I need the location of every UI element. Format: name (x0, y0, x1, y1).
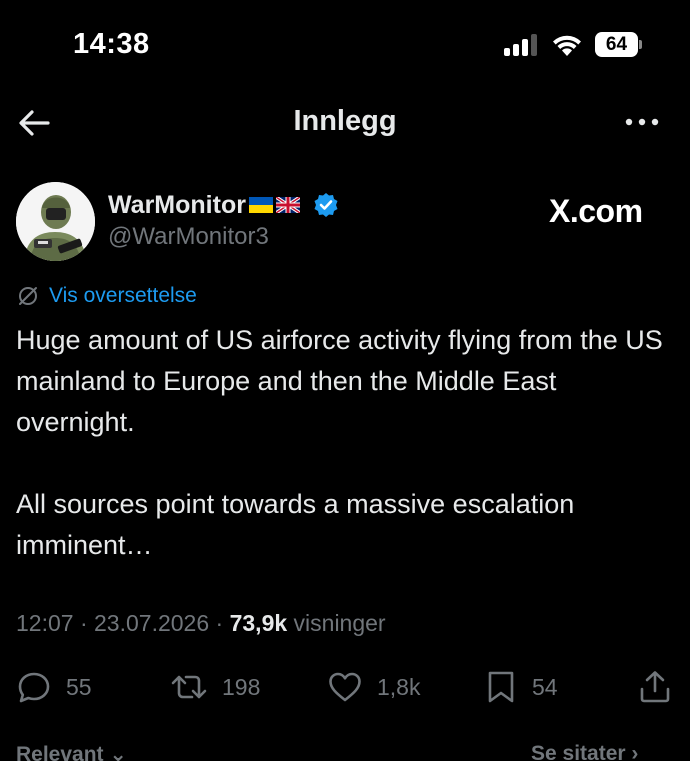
top-navigation: Innlegg (0, 95, 690, 151)
chevron-down-icon: ⌄ (109, 743, 127, 761)
avatar[interactable] (16, 182, 95, 261)
translate-button[interactable]: Vis oversettelse (17, 284, 197, 308)
reply-count: 55 (66, 673, 92, 700)
repost-button[interactable]: 198 (170, 667, 260, 707)
post-paragraph: All sources point towards a massive esca… (16, 489, 575, 560)
sort-label: Relevant (16, 743, 104, 761)
post-date: 23.07.2026 (94, 610, 210, 636)
battery-icon: 64 (595, 32, 643, 57)
reply-button[interactable]: 55 (16, 667, 92, 707)
repost-count: 198 (222, 673, 261, 700)
source-badge: X.com (549, 193, 643, 229)
views-label: visninger (293, 610, 386, 636)
heart-icon (329, 672, 361, 702)
translate-label: Vis oversettelse (49, 284, 197, 307)
bookmark-button[interactable]: 54 (484, 667, 558, 707)
like-button[interactable]: 1,8k (327, 667, 420, 707)
post-meta: 12:07 · 23.07.2026 · 73,9k visninger (16, 610, 386, 637)
uk-flag-icon (275, 197, 300, 213)
bookmark-count: 54 (532, 673, 558, 700)
verified-badge-icon (314, 193, 338, 217)
post-text: Huge amount of US airforce activity flyi… (16, 320, 666, 566)
ukraine-flag-icon (248, 197, 273, 213)
views-count[interactable]: 73,9k (230, 610, 288, 636)
action-bar: 55 198 1,8k 54 (0, 667, 690, 707)
bookmark-icon (488, 671, 514, 703)
soldier-avatar-icon (16, 182, 95, 261)
repost-icon (171, 675, 207, 699)
chevron-right-icon: › (631, 742, 639, 761)
like-count: 1,8k (377, 673, 421, 700)
meta-separator: · (215, 610, 224, 636)
meta-separator: · (79, 610, 88, 636)
more-options-button[interactable] (620, 107, 664, 137)
post-time: 12:07 (16, 610, 74, 636)
share-button[interactable] (638, 667, 672, 707)
view-quotes-button[interactable]: Se sitater › (531, 742, 638, 761)
share-icon (640, 671, 670, 703)
battery-level: 64 (595, 32, 638, 57)
author-name: WarMonitor (108, 190, 246, 219)
reply-icon (18, 672, 50, 703)
quotes-label: Se sitater (531, 742, 626, 761)
sort-replies-button[interactable]: Relevant ⌄ (16, 742, 127, 761)
cellular-signal-icon (504, 34, 540, 56)
post-paragraph: Huge amount of US airforce activity flyi… (16, 325, 663, 437)
more-horizontal-icon (625, 118, 659, 126)
author-handle[interactable]: @WarMonitor3 (108, 223, 269, 251)
replies-bar: Relevant ⌄ Se sitater › (0, 742, 690, 761)
status-bar: 14:38 64 (0, 0, 690, 90)
globe-translate-icon (19, 287, 37, 305)
author-name-row[interactable]: WarMonitor (108, 190, 339, 220)
wifi-icon (553, 35, 581, 56)
page-title: Innlegg (293, 105, 397, 137)
status-time: 14:38 (73, 28, 150, 60)
